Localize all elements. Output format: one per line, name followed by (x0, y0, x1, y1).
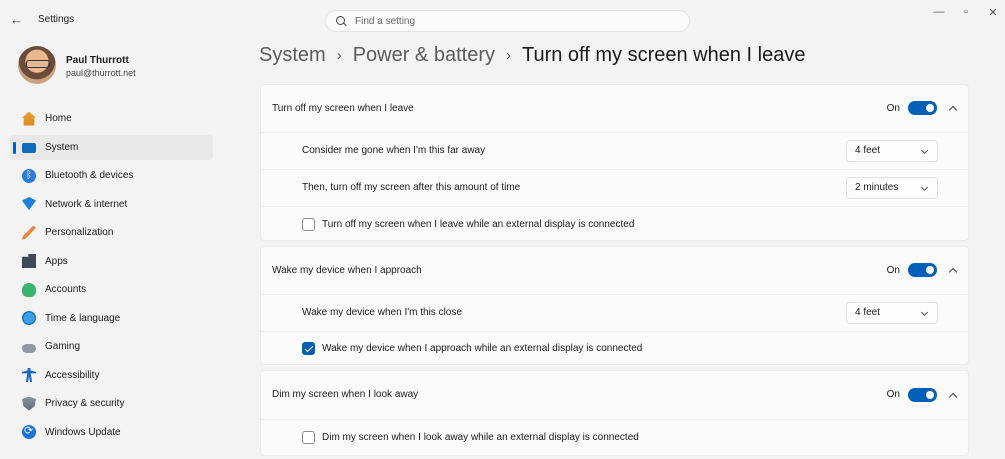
sidebar-item-label: Home (45, 113, 72, 124)
sidebar-item-personalization[interactable]: Personalization (10, 220, 213, 245)
section-title: Turn off my screen when I leave (272, 102, 414, 114)
sidebar-item-privacy[interactable]: Privacy & security (10, 391, 213, 416)
sidebar-item-label: Gaming (45, 341, 81, 352)
dim-screen-header[interactable]: Dim my screen when I look away On (261, 371, 968, 418)
dim-external-checkbox[interactable] (302, 431, 315, 444)
personalization-icon (22, 225, 36, 240)
minimize-button[interactable]: — (930, 6, 948, 18)
dropdown-value: 2 minutes (855, 182, 899, 193)
wake-device-card: Wake my device when I approach On Wake m… (260, 246, 969, 365)
sidebar-item-label: Network & internet (45, 198, 128, 210)
sidebar-item-label: Apps (45, 255, 68, 267)
sidebar-item-windows-update[interactable]: Windows Update (10, 420, 213, 445)
sidebar-item-network[interactable]: Network & internet (10, 192, 213, 217)
sidebar-item-label: Windows Update (45, 426, 121, 438)
checkbox-label: Turn off my screen when I leave while an… (322, 218, 635, 230)
settings-row: Turn off my screen when I leave while an… (261, 206, 968, 241)
sidebar-item-label: System (45, 141, 79, 153)
search-box[interactable] (325, 10, 690, 32)
close-button[interactable]: ✕ (984, 6, 1002, 19)
sidebar-item-accessibility[interactable]: Accessibility (10, 363, 213, 388)
sidebar-item-label: Personalization (45, 227, 114, 238)
dropdown-value: 4 feet (855, 145, 881, 156)
settings-row: Consider me gone when I'm this far away … (261, 132, 968, 168)
page-title: Turn off my screen when I leave (521, 44, 806, 66)
bluetooth-icon (22, 168, 36, 183)
dim-screen-toggle[interactable] (908, 387, 937, 402)
chevron-down-icon (920, 308, 929, 316)
sidebar-nav: Home System Bluetooth & devices Network … (10, 106, 213, 448)
sidebar-item-gaming[interactable]: Gaming (10, 334, 213, 359)
app-title: Settings (38, 14, 75, 25)
sidebar-item-time-language[interactable]: Time & language (10, 306, 213, 331)
toggle-state-label: On (886, 389, 900, 400)
search-icon (336, 15, 347, 27)
wake-device-toggle[interactable] (908, 263, 937, 277)
breadcrumb-system[interactable]: System (259, 44, 326, 67)
restore-button[interactable]: ▫ (957, 6, 975, 18)
network-icon (22, 197, 36, 211)
settings-row: Dim my screen when I look away while an … (261, 419, 968, 455)
accounts-icon (22, 282, 36, 297)
wake-close-label: Wake my device when I'm this close (302, 307, 462, 318)
checkbox-label: Dim my screen when I look away while an … (322, 432, 639, 443)
avatar[interactable] (18, 46, 56, 84)
chevron-up-icon[interactable] (948, 390, 958, 400)
toggle-state-label: On (886, 102, 900, 114)
chevron-up-icon[interactable] (948, 265, 958, 275)
sidebar-item-label: Bluetooth & devices (45, 170, 134, 181)
chevron-down-icon (920, 183, 929, 191)
turn-off-screen-toggle[interactable] (908, 101, 937, 115)
dim-screen-card: Dim my screen when I look away On Dim my… (260, 370, 969, 456)
sidebar-item-label: Accounts (45, 284, 87, 295)
settings-row: Wake my device when I approach while an … (261, 331, 968, 365)
privacy-shield-icon (22, 396, 36, 411)
time-language-icon (22, 311, 36, 325)
system-icon (22, 143, 36, 153)
title-bar: ← Settings — ▫ ✕ (0, 0, 1005, 40)
chevron-down-icon (920, 146, 929, 154)
distance-dropdown[interactable]: 4 feet (846, 139, 938, 162)
windows-update-icon (22, 424, 36, 439)
wake-external-checkbox[interactable] (302, 342, 315, 355)
gaming-icon (22, 343, 36, 353)
sidebar-item-label: Time & language (45, 312, 121, 324)
breadcrumb-separator: › (505, 47, 511, 64)
sidebar-item-bluetooth[interactable]: Bluetooth & devices (10, 163, 213, 188)
breadcrumb-separator: › (336, 47, 342, 64)
sidebar-item-apps[interactable]: Apps (10, 249, 213, 274)
wake-distance-dropdown[interactable]: 4 feet (846, 301, 938, 324)
sidebar-item-label: Accessibility (45, 369, 100, 381)
apps-icon (22, 254, 36, 268)
checkbox-label: Wake my device when I approach while an … (322, 343, 643, 354)
breadcrumb-power-battery[interactable]: Power & battery (353, 44, 495, 67)
sidebar-item-label: Privacy & security (45, 398, 125, 409)
timeout-dropdown[interactable]: 2 minutes (846, 176, 938, 199)
home-icon (22, 111, 36, 126)
search-input[interactable] (355, 15, 655, 27)
sidebar-item-accounts[interactable]: Accounts (10, 277, 213, 302)
settings-row: Wake my device when I'm this close 4 fee… (261, 294, 968, 330)
chevron-up-icon[interactable] (948, 103, 958, 113)
wake-device-header[interactable]: Wake my device when I approach On (261, 247, 968, 293)
turn-off-external-checkbox[interactable] (302, 217, 315, 231)
settings-row: Then, turn off my screen after this amou… (261, 169, 968, 205)
section-title: Dim my screen when I look away (272, 389, 419, 400)
profile-name: Paul Thurrott (66, 55, 129, 66)
back-arrow-icon[interactable]: ← (10, 12, 30, 28)
turn-off-after-label: Then, turn off my screen after this amou… (302, 182, 521, 193)
turn-off-screen-header[interactable]: Turn off my screen when I leave On (261, 85, 968, 131)
sidebar-item-system[interactable]: System (10, 134, 213, 160)
breadcrumb: System › Power & battery › Turn off my s… (259, 44, 805, 67)
dropdown-value: 4 feet (855, 307, 881, 318)
accessibility-icon (22, 368, 36, 382)
sidebar-item-home[interactable]: Home (10, 106, 213, 131)
toggle-state-label: On (886, 264, 900, 276)
profile-email: paul@thurrott.net (66, 68, 136, 78)
section-title: Wake my device when I approach (272, 264, 422, 276)
turn-off-screen-card: Turn off my screen when I leave On Consi… (260, 84, 969, 241)
consider-gone-label: Consider me gone when I'm this far away (302, 145, 486, 156)
